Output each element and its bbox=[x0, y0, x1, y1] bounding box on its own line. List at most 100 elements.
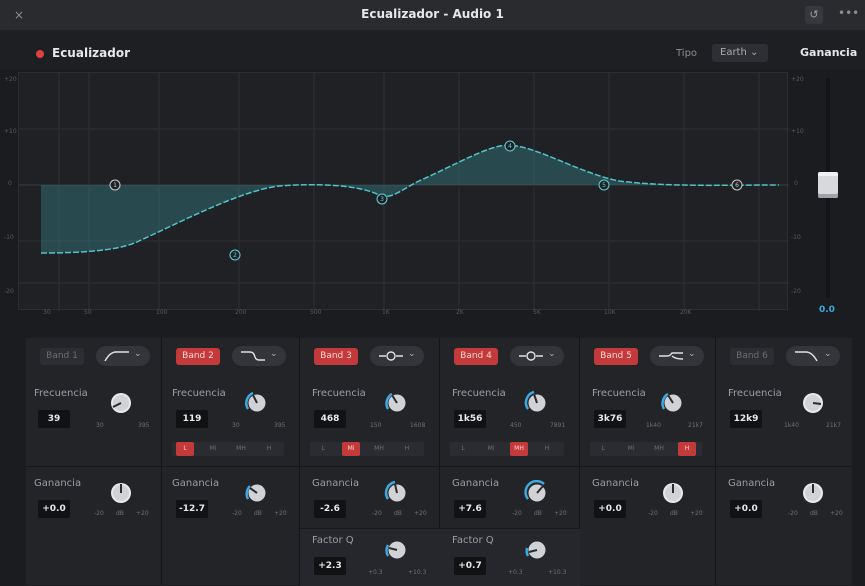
band-1-filter-type-select[interactable]: ⌄ bbox=[96, 346, 150, 366]
mode-option[interactable]: L bbox=[176, 442, 194, 456]
gain-unit: dB bbox=[810, 510, 818, 517]
band-node-label: 2 bbox=[233, 252, 237, 259]
freq-tick: 10K bbox=[604, 309, 616, 316]
band-node-4[interactable]: 4 bbox=[504, 140, 516, 152]
db-tick: -20 bbox=[791, 288, 801, 295]
band-node-5[interactable]: 5 bbox=[598, 179, 610, 191]
band-1-toggle[interactable]: Band 1 bbox=[40, 348, 84, 365]
band-5-frequency-knob[interactable] bbox=[660, 390, 686, 416]
band-1-gain-knob[interactable] bbox=[108, 480, 134, 506]
band-1-frequency-value[interactable]: 39 bbox=[38, 410, 70, 428]
mode-option[interactable]: L bbox=[594, 442, 612, 456]
mode-option[interactable]: Mi bbox=[622, 442, 640, 456]
band-3-q-knob[interactable] bbox=[384, 537, 410, 563]
band-node-6[interactable]: 6 bbox=[731, 179, 743, 191]
more-options-icon[interactable]: ••• bbox=[838, 6, 859, 20]
band-3-frequency-value[interactable]: 468 bbox=[314, 410, 346, 428]
q-factor-label: Factor Q bbox=[452, 535, 494, 546]
low-cut-icon bbox=[104, 351, 129, 362]
band-4-q-knob[interactable] bbox=[524, 537, 550, 563]
band-2-mode-selector[interactable]: L Mi MH H bbox=[172, 442, 284, 456]
band-3-gain-value[interactable]: -2.6 bbox=[314, 500, 346, 518]
window-title: Ecualizador - Audio 1 bbox=[361, 7, 504, 21]
band-3-gain-knob[interactable] bbox=[384, 480, 410, 506]
band-node-3[interactable]: 3 bbox=[376, 193, 388, 205]
band-4-filter-type-select[interactable]: ⌄ bbox=[510, 346, 564, 366]
mode-option[interactable]: H bbox=[678, 442, 696, 456]
gain-unit: dB bbox=[394, 510, 402, 517]
mode-option[interactable]: Mi bbox=[204, 442, 222, 456]
band-3-toggle[interactable]: Band 3 bbox=[314, 348, 358, 365]
band-5-filter-type-select[interactable]: ⌄ bbox=[650, 346, 704, 366]
chevron-down-icon: ⌄ bbox=[408, 349, 416, 359]
mode-option[interactable]: Mi bbox=[342, 442, 360, 456]
band-4-q-panel: Factor Q +0.7 +0.3 +10.3 bbox=[440, 528, 580, 586]
band-6-frequency-knob[interactable] bbox=[800, 390, 826, 416]
eq-curve-fill bbox=[41, 145, 779, 253]
frequency-label: Frecuencia bbox=[452, 388, 506, 399]
mode-option[interactable]: Mi bbox=[482, 442, 500, 456]
mode-option[interactable]: H bbox=[538, 442, 556, 456]
band-3-frequency-knob[interactable] bbox=[384, 390, 410, 416]
gain-label: Ganancia bbox=[34, 478, 82, 489]
band-5-toggle[interactable]: Band 5 bbox=[594, 348, 638, 365]
band-2-gain-knob[interactable] bbox=[244, 480, 270, 506]
band-3-filter-type-select[interactable]: ⌄ bbox=[370, 346, 424, 366]
band-2-frequency-knob[interactable] bbox=[244, 390, 270, 416]
frequency-label: Frecuencia bbox=[592, 388, 646, 399]
band-1-gain-value[interactable]: +0.0 bbox=[38, 500, 70, 518]
band-3-mode-selector[interactable]: L Mi MH H bbox=[310, 442, 424, 456]
band-6-toggle[interactable]: Band 6 bbox=[730, 348, 774, 365]
band-4-frequency-knob[interactable] bbox=[524, 390, 550, 416]
divider bbox=[440, 466, 580, 467]
band-node-1[interactable]: 1 bbox=[109, 179, 121, 191]
band-4-mode-selector[interactable]: L Mi MH H bbox=[450, 442, 564, 456]
eq-enable-toggle[interactable] bbox=[36, 50, 44, 58]
mode-option[interactable]: L bbox=[314, 442, 332, 456]
band-node-2[interactable]: 2 bbox=[229, 249, 241, 261]
freq-tick: 2K bbox=[456, 309, 464, 316]
mode-option[interactable]: L bbox=[454, 442, 472, 456]
band-4-gain-knob[interactable] bbox=[524, 480, 550, 506]
mode-option[interactable]: MH bbox=[510, 442, 528, 456]
eq-curve-graph[interactable]: 1 2 3 4 5 6 bbox=[18, 72, 789, 311]
band-5-mode-selector[interactable]: L Mi MH H bbox=[590, 442, 702, 456]
frequency-label: Frecuencia bbox=[172, 388, 226, 399]
gain-fader-handle[interactable] bbox=[818, 172, 838, 198]
band-5-gain-value[interactable]: +0.0 bbox=[594, 500, 626, 518]
band-5-gain-knob[interactable] bbox=[660, 480, 686, 506]
band-6-gain-value[interactable]: +0.0 bbox=[730, 500, 762, 518]
mode-option[interactable]: MH bbox=[650, 442, 668, 456]
band-2-toggle[interactable]: Band 2 bbox=[176, 348, 220, 365]
reset-icon[interactable]: ↺ bbox=[805, 6, 823, 24]
band-6-filter-type-select[interactable]: ⌄ bbox=[786, 346, 840, 366]
mode-option[interactable]: MH bbox=[232, 442, 250, 456]
gain-max: +20 bbox=[414, 510, 427, 517]
band-2-filter-type-select[interactable]: ⌄ bbox=[232, 346, 286, 366]
gain-max: +20 bbox=[136, 510, 149, 517]
title-bar: × Ecualizador - Audio 1 ↺ ••• bbox=[0, 0, 865, 31]
mode-option[interactable]: H bbox=[260, 442, 278, 456]
gain-min: -20 bbox=[94, 510, 104, 517]
type-select[interactable]: Earth ⌄ bbox=[712, 44, 768, 62]
divider bbox=[162, 466, 300, 467]
gain-unit: dB bbox=[534, 510, 542, 517]
band-5-frequency-value[interactable]: 3k76 bbox=[594, 410, 626, 428]
frequency-min: 30 bbox=[96, 422, 104, 429]
band-6-gain-knob[interactable] bbox=[800, 480, 826, 506]
frequency-label: Frecuencia bbox=[34, 388, 88, 399]
band-4-frequency-value[interactable]: 1k56 bbox=[454, 410, 486, 428]
mode-option[interactable]: MH bbox=[370, 442, 388, 456]
band-6-frequency-value[interactable]: 12k9 bbox=[730, 410, 762, 428]
db-scale-right: +20 +10 0 -10 -20 bbox=[788, 72, 808, 310]
band-1-frequency-knob[interactable] bbox=[108, 390, 134, 416]
band-3-q-value[interactable]: +2.3 bbox=[314, 557, 346, 575]
band-4-gain-value[interactable]: +7.6 bbox=[454, 500, 486, 518]
band-4-q-value[interactable]: +0.7 bbox=[454, 557, 486, 575]
band-2-frequency-value[interactable]: 119 bbox=[176, 410, 208, 428]
mode-option[interactable]: H bbox=[398, 442, 416, 456]
band-2-gain-value[interactable]: -12.7 bbox=[176, 500, 208, 518]
frequency-max: 21k7 bbox=[826, 422, 841, 429]
frequency-max: 7891 bbox=[550, 422, 566, 429]
band-4-toggle[interactable]: Band 4 bbox=[454, 348, 498, 365]
